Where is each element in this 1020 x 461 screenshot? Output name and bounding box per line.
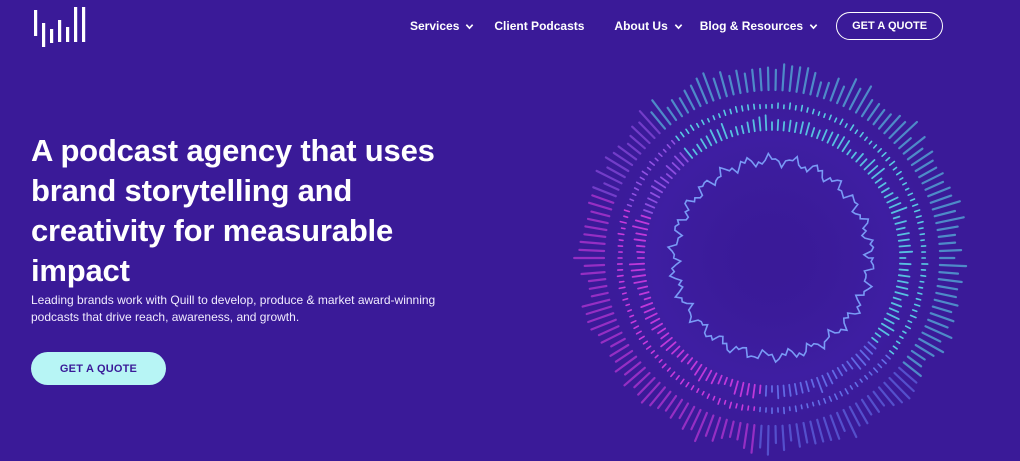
soundwave-bar	[917, 292, 923, 295]
quill-logo[interactable]	[34, 7, 96, 47]
soundwave-bar	[938, 249, 963, 253]
soundwave-bar	[747, 104, 750, 111]
soundwave-bar	[753, 103, 756, 110]
soundwave-bar	[741, 404, 744, 411]
hero-get-quote-button[interactable]: GET A QUOTE	[31, 352, 166, 385]
soundwave-bar	[735, 403, 738, 409]
soundwave-bar	[776, 119, 780, 131]
soundwave-bar	[806, 403, 809, 409]
soundwave-bar	[759, 67, 763, 92]
soundwave-bar	[788, 102, 792, 110]
soundwave-bar	[621, 292, 627, 295]
soundwave-bar	[898, 250, 914, 254]
soundwave-bar	[811, 401, 815, 407]
soundwave-bar	[620, 227, 626, 230]
chevron-down-icon	[466, 23, 474, 29]
soundwave-bar	[766, 424, 770, 456]
nav-client-podcasts-label: Client Podcasts	[494, 19, 585, 33]
nav-blog-resources-label: Blog & Resources	[699, 19, 804, 33]
soundwave-bar	[938, 263, 968, 268]
soundwave-bar	[782, 384, 786, 398]
soundwave-bar	[617, 232, 625, 236]
soundwave-bar	[918, 286, 924, 289]
soundwave-bar	[741, 105, 744, 112]
soundwave-bar	[578, 248, 606, 253]
soundwave-bar	[938, 241, 957, 245]
soundwave-bar	[938, 271, 960, 275]
soundwave-bar	[823, 113, 826, 119]
nav-services-label: Services	[410, 19, 460, 33]
nav-about-us-label: About Us	[614, 19, 668, 33]
soundwave-bar	[616, 274, 624, 278]
hero-subtitle: Leading brands work with Quill to develo…	[31, 293, 436, 324]
soundwave-bar	[776, 384, 780, 400]
soundwave-bar	[618, 280, 625, 283]
soundwave-bar	[918, 227, 924, 230]
soundwave-bar	[806, 107, 809, 113]
soundwave-bar	[758, 384, 762, 395]
header-get-quote-button[interactable]: GET A QUOTE	[836, 12, 944, 40]
soundwave-bar	[723, 399, 727, 405]
soundwave-bar	[794, 105, 797, 111]
soundwave-bar	[764, 384, 768, 397]
soundwave-bar	[618, 286, 626, 290]
soundwave-bar	[625, 303, 631, 307]
page: Services Client Podcasts About Us Blog &…	[0, 0, 1020, 461]
soundwave-bar	[898, 268, 909, 272]
soundwave-bar	[817, 111, 821, 117]
soundwave-bar	[747, 405, 750, 411]
soundwave-bar	[630, 268, 646, 272]
hero-title: A podcast agency that uses brand storyte…	[31, 133, 435, 288]
soundwave-bar	[794, 405, 798, 413]
chevron-down-icon	[809, 23, 818, 29]
soundwave-bar	[623, 215, 629, 219]
nav-about-us[interactable]: About Us	[614, 19, 682, 33]
soundwave-bar	[583, 263, 606, 267]
soundwave-bar	[898, 244, 911, 248]
soundwave-bar	[618, 239, 624, 242]
main-nav: Services Client Podcasts About Us Blog &…	[410, 11, 944, 41]
soundwave-bar	[758, 116, 762, 132]
soundwave-bar	[759, 424, 763, 449]
soundwave-bar	[800, 104, 804, 112]
soundwave-bar	[782, 121, 786, 132]
soundwave-bar	[919, 280, 925, 283]
nav-blog-resources[interactable]: Blog & Resources	[700, 19, 818, 33]
nav-services[interactable]: Services	[410, 19, 474, 33]
nav-client-podcasts[interactable]: Client Podcasts	[494, 19, 584, 33]
soundwave-bar	[766, 66, 770, 92]
soundwave-bar	[636, 244, 646, 248]
soundwave-bar	[920, 274, 927, 277]
soundwave-bar	[764, 114, 768, 131]
soundwave-bar	[919, 233, 926, 236]
soundwave-bar	[800, 404, 803, 410]
chevron-down-icon	[674, 23, 682, 29]
soundwave-bar	[898, 262, 912, 266]
soundwave-ring-illustration	[572, 58, 972, 458]
soundwave-bar	[628, 262, 645, 266]
